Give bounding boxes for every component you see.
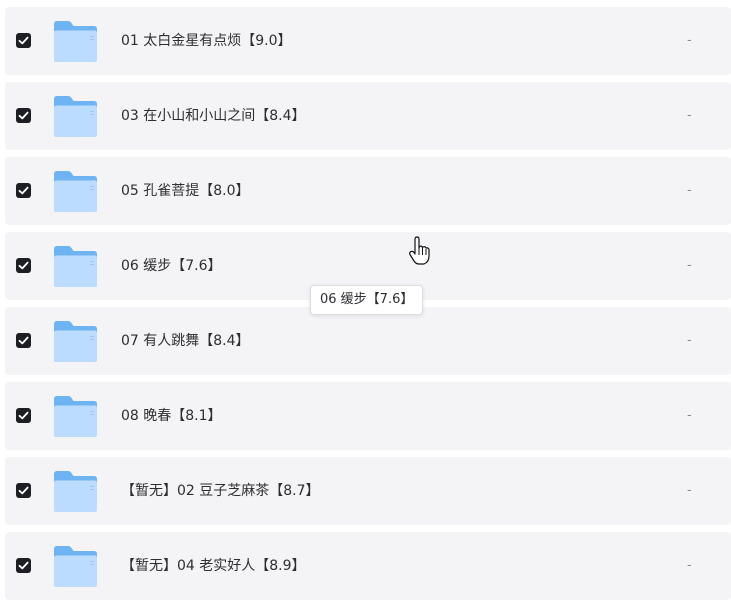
checkmark-icon — [18, 36, 29, 45]
file-size: - — [687, 33, 692, 48]
file-row[interactable]: 07 有人跳舞【8.4】 - — [5, 307, 731, 375]
row-checkbox[interactable] — [16, 183, 31, 198]
file-name[interactable]: 【暂无】04 老实好人【8.9】 — [121, 532, 306, 600]
file-size: - — [687, 558, 692, 573]
checkmark-icon — [18, 111, 29, 120]
checkmark-icon — [18, 261, 29, 270]
file-name[interactable]: 01 太白金星有点烦【9.0】 — [121, 7, 292, 75]
file-name-tooltip: 06 缓步【7.6】 — [310, 285, 424, 315]
row-checkbox[interactable] — [16, 558, 31, 573]
file-name[interactable]: 【暂无】02 豆子芝麻茶【8.7】 — [121, 457, 320, 525]
file-row[interactable]: 01 太白金星有点烦【9.0】 - — [5, 7, 731, 75]
checkmark-icon — [18, 336, 29, 345]
file-name[interactable]: 06 缓步【7.6】 — [121, 232, 222, 300]
row-checkbox[interactable] — [16, 258, 31, 273]
file-row[interactable]: 【暂无】02 豆子芝麻茶【8.7】 - — [5, 457, 731, 525]
row-checkbox[interactable] — [16, 333, 31, 348]
folder-icon — [54, 321, 97, 362]
folder-icon — [54, 546, 97, 587]
row-checkbox[interactable] — [16, 483, 31, 498]
file-size: - — [687, 183, 692, 198]
hand-pointer-icon — [409, 236, 430, 265]
row-checkbox[interactable] — [16, 33, 31, 48]
folder-icon — [54, 21, 97, 62]
file-name[interactable]: 08 晚春【8.1】 — [121, 382, 222, 450]
row-checkbox[interactable] — [16, 108, 31, 123]
file-size: - — [687, 333, 692, 348]
folder-icon — [54, 471, 97, 512]
file-row[interactable]: 05 孔雀菩提【8.0】 - — [5, 157, 731, 225]
checkmark-icon — [18, 411, 29, 420]
file-row[interactable]: 08 晚春【8.1】 - — [5, 382, 731, 450]
file-row[interactable]: 03 在小山和小山之间【8.4】 - — [5, 82, 731, 150]
file-size: - — [687, 258, 692, 273]
checkmark-icon — [18, 486, 29, 495]
file-name[interactable]: 05 孔雀菩提【8.0】 — [121, 157, 250, 225]
file-size: - — [687, 408, 692, 423]
folder-icon — [54, 246, 97, 287]
file-name[interactable]: 07 有人跳舞【8.4】 — [121, 307, 250, 375]
checkmark-icon — [18, 561, 29, 570]
file-name[interactable]: 03 在小山和小山之间【8.4】 — [121, 82, 306, 150]
folder-icon — [54, 171, 97, 212]
checkmark-icon — [18, 186, 29, 195]
file-row[interactable]: 【暂无】04 老实好人【8.9】 - — [5, 532, 731, 600]
folder-icon — [54, 96, 97, 137]
file-size: - — [687, 108, 692, 123]
file-size: - — [687, 483, 692, 498]
folder-icon — [54, 396, 97, 437]
row-checkbox[interactable] — [16, 408, 31, 423]
